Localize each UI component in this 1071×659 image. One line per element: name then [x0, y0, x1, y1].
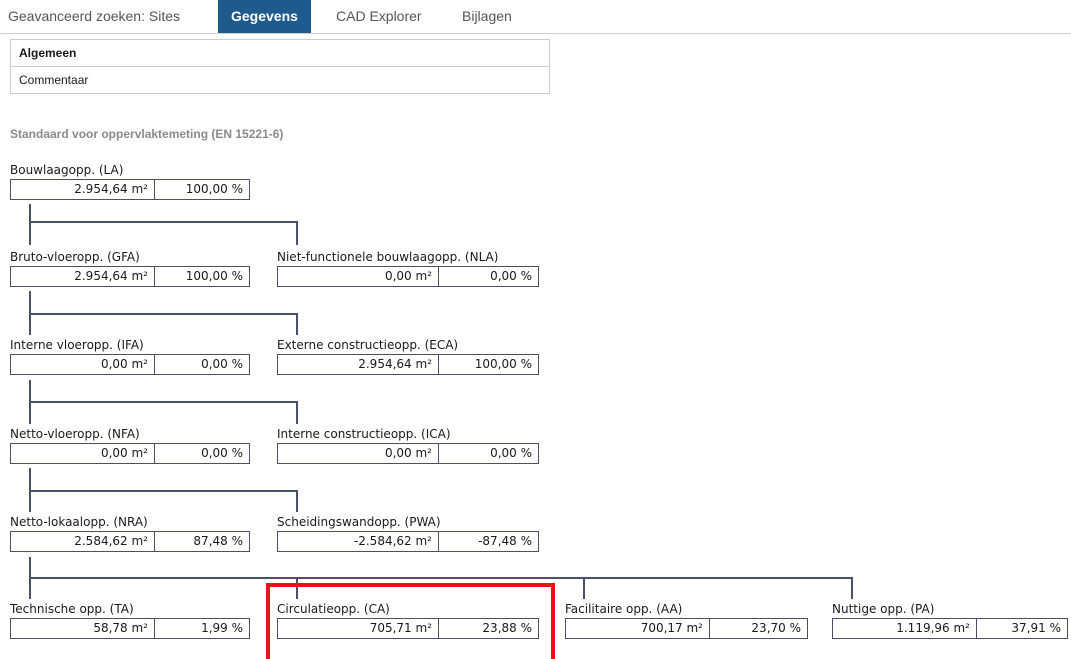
connector-line [29, 401, 31, 424]
node-value-box: 1.119,96 m² 37,91 % [832, 618, 1068, 639]
connector-line [29, 380, 31, 403]
node-label: Scheidingswandopp. (PWA) [277, 515, 441, 529]
area-value: 700,17 m² [640, 621, 703, 635]
area-value: 0,00 m² [100, 446, 148, 460]
node-label: Nuttige opp. (PA) [832, 602, 935, 616]
connector-line [29, 577, 853, 579]
connector-line [851, 577, 853, 599]
area-value: 0,00 m² [384, 446, 432, 460]
highlight-frame [266, 583, 555, 659]
node-label: Netto-vloeropp. (NFA) [10, 427, 140, 441]
node-value-box: 2.954,64 m² 100,00 % [277, 354, 539, 375]
connector-line [29, 401, 298, 403]
node-nra: Netto-lokaalopp. (NRA) 2.584,62 m² 87,48… [10, 513, 250, 552]
node-la: Bouwlaagopp. (LA) 2.954,64 m² 100,00 % [10, 161, 250, 200]
node-label: Interne vloeropp. (IFA) [10, 338, 144, 352]
node-nla: Niet-functionele bouwlaagopp. (NLA) 0,00… [277, 248, 539, 287]
area-value: 2.954,64 m² [74, 269, 148, 283]
connector-line [29, 490, 31, 512]
area-value: 1.119,96 m² [896, 621, 970, 635]
connector-line [296, 221, 298, 245]
area-value: 0,00 m² [100, 357, 148, 371]
tab-bijlagen[interactable]: Bijlagen [462, 0, 512, 33]
connector-line [29, 313, 31, 335]
percent-value: 37,91 % [976, 619, 1067, 638]
node-value-box: 2.954,64 m² 100,00 % [10, 266, 250, 287]
node-label: Niet-functionele bouwlaagopp. (NLA) [277, 250, 499, 264]
percent-value: 100,00 % [154, 180, 249, 199]
node-value-box: 0,00 m² 0,00 % [277, 443, 539, 464]
node-gfa: Bruto-vloeropp. (GFA) 2.954,64 m² 100,00… [10, 248, 250, 287]
connector-line [29, 221, 298, 223]
node-label: Facilitaire opp. (AA) [565, 602, 683, 616]
node-label: Externe constructieopp. (ECA) [277, 338, 459, 352]
node-ica: Interne constructieopp. (ICA) 0,00 m² 0,… [277, 425, 539, 464]
percent-value: 100,00 % [438, 355, 538, 374]
node-label: Interne constructieopp. (ICA) [277, 427, 451, 441]
node-value-box: 58,78 m² 1,99 % [10, 618, 250, 639]
percent-value: 87,48 % [154, 532, 249, 551]
section-title: Standaard voor oppervlaktemeting (EN 152… [10, 127, 284, 141]
percent-value: 0,00 % [438, 444, 538, 463]
area-value: 2.584,62 m² [74, 534, 148, 548]
node-value-box: -2.584,62 m² -87,48 % [277, 531, 539, 552]
node-label: Technische opp. (TA) [10, 602, 134, 616]
tab-bar: Geavanceerd zoeken: Sites Gegevens CAD E… [0, 0, 1071, 34]
node-ifa: Interne vloeropp. (IFA) 0,00 m² 0,00 % [10, 336, 250, 375]
connector-line [296, 490, 298, 512]
connector-line [583, 577, 585, 599]
data-panel-menu: Algemeen Commentaar [10, 39, 550, 94]
connector-line [29, 490, 298, 492]
percent-value: 1,99 % [154, 619, 249, 638]
connector-line [29, 577, 31, 599]
percent-value: 0,00 % [438, 267, 538, 286]
connector-line [29, 221, 31, 245]
connector-line [296, 313, 298, 335]
node-value-box: 0,00 m² 0,00 % [10, 354, 250, 375]
percent-value: 0,00 % [154, 355, 249, 374]
node-ta: Technische opp. (TA) 58,78 m² 1,99 % [10, 600, 250, 639]
connector-line [29, 468, 31, 492]
node-label: Netto-lokaalopp. (NRA) [10, 515, 148, 529]
percent-value: 100,00 % [154, 267, 249, 286]
connector-line [296, 401, 298, 424]
connector-line [29, 204, 31, 222]
connector-line [29, 291, 31, 315]
connector-line [29, 313, 298, 315]
percent-value: 23,70 % [709, 619, 807, 638]
area-value: 58,78 m² [93, 621, 148, 635]
node-value-box: 2.584,62 m² 87,48 % [10, 531, 250, 552]
node-value-box: 2.954,64 m² 100,00 % [10, 179, 250, 200]
panel-item-commentaar[interactable]: Commentaar [11, 66, 549, 93]
node-value-box: 0,00 m² 0,00 % [10, 443, 250, 464]
tab-gegevens[interactable]: Gegevens [218, 0, 311, 33]
node-label: Bruto-vloeropp. (GFA) [10, 250, 140, 264]
area-value: -2.584,62 m² [353, 534, 432, 548]
tab-cad-explorer[interactable]: CAD Explorer [336, 0, 422, 33]
area-value: 0,00 m² [384, 269, 432, 283]
connector-line [29, 557, 31, 579]
area-value: 2.954,64 m² [74, 182, 148, 196]
node-aa: Facilitaire opp. (AA) 700,17 m² 23,70 % [565, 600, 808, 639]
node-value-box: 700,17 m² 23,70 % [565, 618, 808, 639]
percent-value: 0,00 % [154, 444, 249, 463]
tab-advanced-search-sites[interactable]: Geavanceerd zoeken: Sites [8, 0, 180, 33]
node-label: Bouwlaagopp. (LA) [10, 163, 124, 177]
node-eca: Externe constructieopp. (ECA) 2.954,64 m… [277, 336, 539, 375]
node-pwa: Scheidingswandopp. (PWA) -2.584,62 m² -8… [277, 513, 539, 552]
percent-value: -87,48 % [438, 532, 538, 551]
node-pa: Nuttige opp. (PA) 1.119,96 m² 37,91 % [832, 600, 1068, 639]
node-value-box: 0,00 m² 0,00 % [277, 266, 539, 287]
area-value: 2.954,64 m² [358, 357, 432, 371]
node-nfa: Netto-vloeropp. (NFA) 0,00 m² 0,00 % [10, 425, 250, 464]
panel-item-algemeen[interactable]: Algemeen [11, 40, 549, 66]
